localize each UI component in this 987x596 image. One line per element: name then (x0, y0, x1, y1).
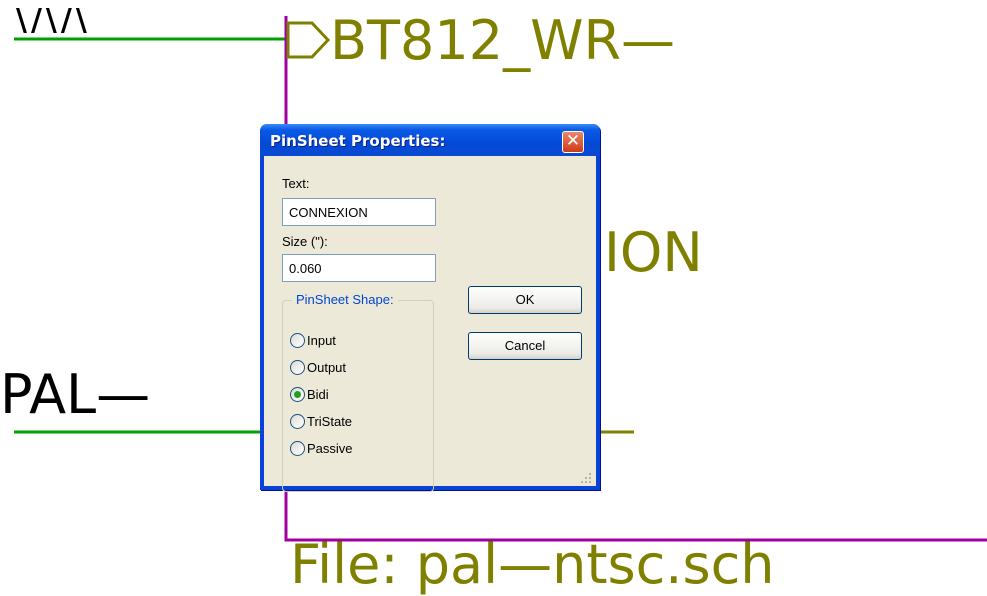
size-label: Size ("): (282, 234, 328, 249)
label-bt812-wr: BT812_WR— (330, 9, 676, 72)
radio-circle-icon (290, 359, 305, 375)
dialog-titlebar[interactable]: PinSheet Properties: ✕ (260, 124, 600, 156)
radio-output[interactable]: Output (290, 357, 346, 377)
text-label: Text: (282, 176, 310, 191)
resize-grip-icon[interactable] (580, 472, 592, 484)
radio-label: TriState (307, 413, 353, 429)
pinsheet-properties-dialog: PinSheet Properties: ✕ Text: Size ("): P… (260, 124, 600, 492)
close-icon[interactable]: ✕ (562, 131, 584, 153)
radio-label: Bidi (307, 386, 329, 402)
radio-circle-icon (290, 440, 305, 456)
radio-selected-icon (290, 386, 305, 402)
radio-circle-icon (290, 413, 305, 429)
radio-passive[interactable]: Passive (290, 438, 353, 458)
radio-circle-icon (290, 332, 305, 348)
radio-input[interactable]: Input (290, 330, 336, 350)
size-field[interactable] (282, 254, 436, 282)
radio-label: Output (307, 359, 347, 375)
label-connexion-partial: ION (604, 221, 703, 284)
dialog-client: Text: Size ("): PinSheet Shape: Input Ou… (264, 156, 596, 492)
label-top-left: \/\/\ (16, 3, 91, 38)
ok-button[interactable]: OK (468, 286, 582, 314)
text-field[interactable] (282, 198, 436, 226)
radio-bidi[interactable]: Bidi (290, 384, 329, 404)
footer-file-label: File: pal—ntsc.sch (290, 533, 775, 596)
cancel-button[interactable]: Cancel (468, 332, 582, 360)
dialog-title: PinSheet Properties: (270, 132, 446, 150)
pinsheet-shape-label: PinSheet Shape: (292, 292, 398, 307)
radio-tristate[interactable]: TriState (290, 411, 352, 431)
radio-label: Passive (307, 440, 353, 456)
radio-label: Input (307, 332, 336, 348)
label-pal: PAL— (0, 363, 151, 426)
sheet-pin-bt812 (286, 21, 331, 59)
